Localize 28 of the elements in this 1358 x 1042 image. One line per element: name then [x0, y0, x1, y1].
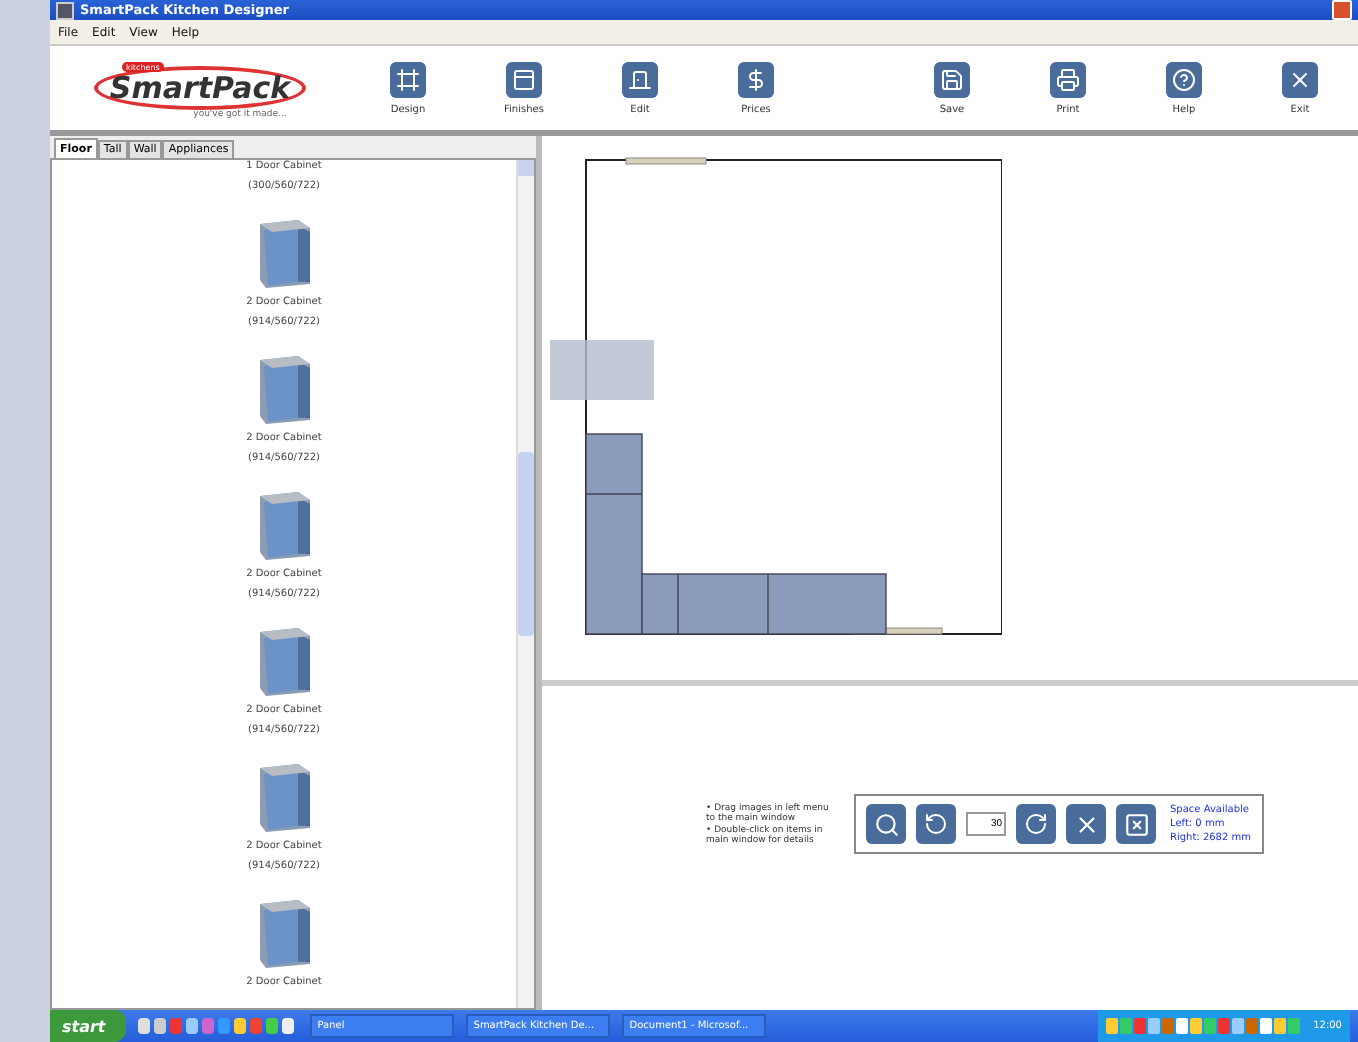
quick-launch-drawing[interactable]	[137, 1018, 298, 1034]
printer-icon	[1050, 61, 1086, 97]
help-icon	[1166, 61, 1202, 97]
panel-icon	[506, 61, 542, 97]
search-icon	[873, 811, 899, 837]
close-icon	[1073, 811, 1099, 837]
rotate-right-icon	[1024, 812, 1048, 836]
start-button[interactable]: start	[50, 1010, 126, 1042]
zoom-button[interactable]	[866, 804, 906, 844]
cabinet-drawing	[254, 760, 314, 832]
scrollbar[interactable]	[516, 160, 534, 1008]
rotate-left-icon	[924, 812, 948, 836]
clear-all-button[interactable]	[1116, 804, 1156, 844]
delete-button[interactable]	[1066, 804, 1106, 844]
rotate-left-button[interactable]	[916, 804, 956, 844]
cabinet-drawing	[254, 352, 314, 424]
door-icon	[622, 61, 658, 97]
cabinet-drawing	[254, 216, 314, 288]
close-icon[interactable]	[1332, 0, 1352, 20]
cross-square-icon	[1123, 811, 1149, 837]
close-icon	[1282, 61, 1318, 97]
cabinet-drawing	[254, 896, 314, 968]
save-icon	[934, 61, 970, 97]
dollar-icon	[738, 61, 774, 97]
cabinet-drawing	[254, 488, 314, 560]
frame-icon	[390, 61, 426, 97]
rotate-right-button[interactable]	[1016, 804, 1056, 844]
cabinet-drawing	[254, 624, 314, 696]
